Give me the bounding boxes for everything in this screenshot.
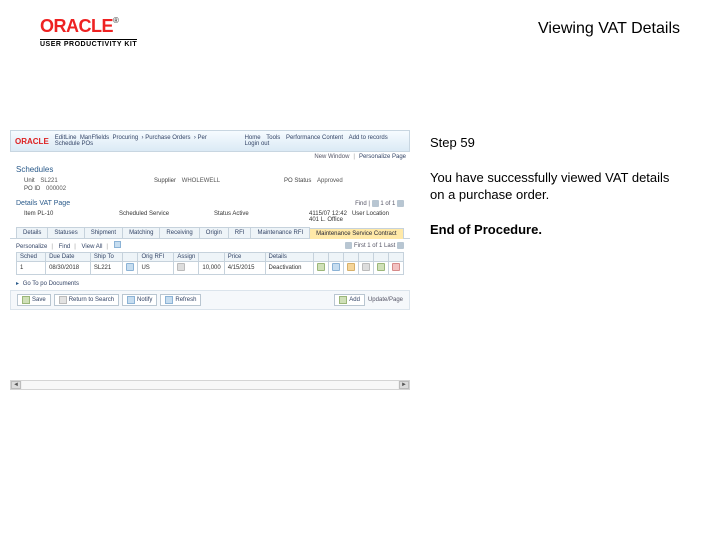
scroll-left-icon[interactable]: ◄ [11, 381, 21, 389]
detail-pager[interactable]: Find | 1 of 1 [355, 200, 404, 207]
add-page-icon [339, 296, 347, 304]
grid-toolbar: Personalize| Find| View All| First 1 of … [10, 239, 410, 252]
tab-origin[interactable]: Origin [199, 227, 229, 238]
last-icon[interactable] [397, 242, 404, 249]
chevron-right-icon[interactable] [397, 200, 404, 207]
save-button[interactable]: Save [17, 294, 51, 306]
return-link-row: ▸ Go To po Documents [10, 277, 410, 290]
step-body: You have successfully viewed VAT details… [430, 170, 680, 204]
end-of-procedure: End of Procedure. [430, 222, 680, 239]
footer-bar: Save Return to Search Notify Refresh Add… [10, 290, 410, 310]
col-details[interactable]: Details [265, 253, 314, 262]
col-due-date[interactable]: Due Date [46, 253, 91, 262]
notify-button[interactable]: Notify [122, 294, 157, 306]
detail-header: Details VAT Page Find | 1 of 1 [10, 198, 410, 209]
oracle-upk-logo: ORACLE® USER PRODUCTIVITY KIT [40, 16, 137, 48]
find-link[interactable]: Find [59, 244, 71, 250]
schedule-tabs: Details Statuses Shipment Matching Recei… [10, 227, 410, 239]
subbar: New Window | Personalize Page [10, 152, 410, 162]
dropdown-icon[interactable] [177, 263, 185, 271]
refresh-button[interactable]: Refresh [160, 294, 201, 306]
edit-icon[interactable] [317, 263, 325, 271]
step-number: Step 59 [430, 135, 680, 152]
delete-icon[interactable] [392, 263, 400, 271]
top-nav[interactable]: Home Tools Performance Content Add to re… [243, 135, 405, 147]
grid-pager[interactable]: First 1 of 1 Last [345, 242, 404, 249]
copy-icon[interactable] [347, 263, 355, 271]
page-title: Viewing VAT Details [538, 20, 680, 38]
first-icon[interactable] [345, 242, 352, 249]
page-count: Update/Page [368, 297, 403, 303]
tab-receiving[interactable]: Receiving [159, 227, 199, 238]
horizontal-scrollbar[interactable]: ◄ ► [10, 380, 410, 390]
col-orig-rfi[interactable]: Orig RFI [138, 253, 174, 262]
return-arrow-icon: ▸ [16, 281, 19, 287]
app-screenshot: ORACLE EditLine ManFfields Procuring › P… [10, 130, 410, 390]
tab-shipment[interactable]: Shipment [84, 227, 123, 238]
detail-kv: Item PL-10 Scheduled Service Status Acti… [10, 209, 410, 227]
col-select [199, 253, 224, 262]
zoom-icon[interactable] [114, 241, 121, 248]
breadcrumb[interactable]: EditLine ManFfields Procuring › Purchase… [55, 135, 231, 147]
lookup-icon[interactable] [126, 263, 134, 271]
tab-details[interactable]: Details [16, 227, 48, 238]
details-icon[interactable] [332, 263, 340, 271]
chevron-left-icon[interactable] [372, 200, 379, 207]
scroll-right-icon[interactable]: ► [399, 381, 409, 389]
app-header: ORACLE EditLine ManFfields Procuring › P… [10, 130, 410, 152]
schedule-grid: Sched Due Date Ship To Orig RFI Assign P… [16, 252, 404, 275]
return-link[interactable]: Go To po Documents [23, 281, 79, 287]
col-price[interactable]: Price [224, 253, 265, 262]
tab-matching[interactable]: Matching [122, 227, 160, 238]
col-sched[interactable]: Sched [17, 253, 46, 262]
tab-rfi[interactable]: RFI [228, 227, 252, 238]
save-icon [22, 296, 30, 304]
table-row[interactable]: 1 08/30/2018 SL221 US 10,000 4/15/2015 D… [17, 262, 404, 275]
section-title: Schedules [10, 162, 410, 176]
summary-fields: Unit SL221 Supplier WHOLEWELL PO Status … [10, 176, 410, 198]
scroll-thumb[interactable] [22, 381, 398, 389]
col-ship-to[interactable]: Ship To [90, 253, 123, 262]
return-icon [59, 296, 67, 304]
tab-maintenance-rfi[interactable]: Maintenance RFI [250, 227, 310, 238]
oracle-logo-text: ORACLE® [40, 16, 137, 37]
col-assign[interactable]: Assign [174, 253, 199, 262]
refresh-icon [165, 296, 173, 304]
detail-title: Details VAT Page [16, 200, 70, 207]
app-logo: ORACLE [15, 137, 49, 146]
col-lookup [123, 253, 138, 262]
add-icon[interactable] [362, 263, 370, 271]
comments-icon[interactable] [377, 263, 385, 271]
return-to-search-button[interactable]: Return to Search [54, 294, 119, 306]
notify-icon [127, 296, 135, 304]
add-button[interactable]: Add [334, 294, 365, 306]
personalize-page-link[interactable]: Personalize Page [359, 154, 406, 160]
new-window-label: New Window [314, 154, 349, 160]
oracle-logo-subtext: USER PRODUCTIVITY KIT [40, 39, 137, 48]
tab-statuses[interactable]: Statuses [47, 227, 84, 238]
view-all-link[interactable]: View All [82, 244, 103, 250]
instruction-panel: Step 59 You have successfully viewed VAT… [430, 135, 680, 239]
tab-maintenance-service[interactable]: Maintenance Service Contract [309, 228, 403, 239]
personalize-link[interactable]: Personalize [16, 244, 47, 250]
